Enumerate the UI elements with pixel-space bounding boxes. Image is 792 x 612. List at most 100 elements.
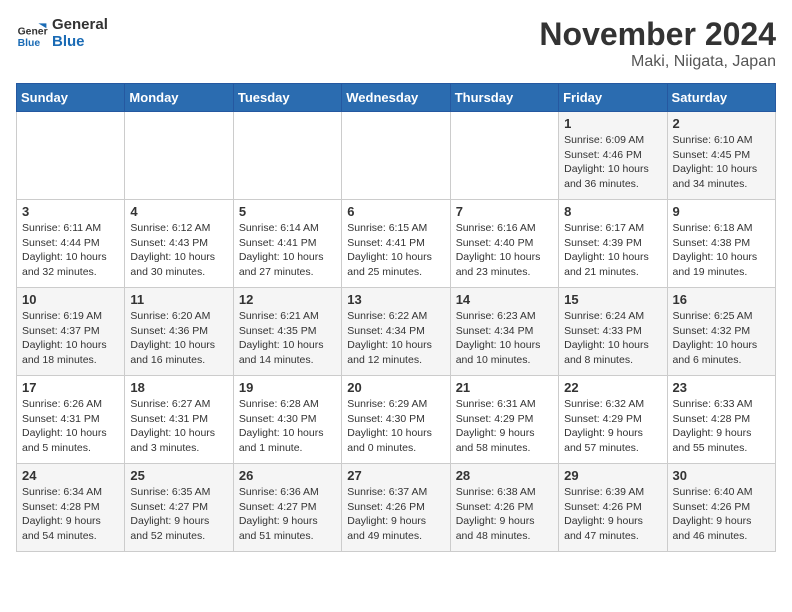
day-info: Sunrise: 6:36 AM Sunset: 4:27 PM Dayligh… [239, 485, 336, 544]
day-cell: 25 Sunrise: 6:35 AM Sunset: 4:27 PM Dayli… [125, 464, 233, 552]
day-number: 26 [239, 468, 336, 483]
day-cell: 19 Sunrise: 6:28 AM Sunset: 4:30 PM Dayli… [233, 376, 341, 464]
day-number: 16 [673, 292, 770, 307]
day-cell: 27 Sunrise: 6:37 AM Sunset: 4:26 PM Dayli… [342, 464, 450, 552]
day-info: Sunrise: 6:16 AM Sunset: 4:40 PM Dayligh… [456, 221, 553, 280]
day-number: 21 [456, 380, 553, 395]
day-cell: 22 Sunrise: 6:32 AM Sunset: 4:29 PM Dayli… [559, 376, 667, 464]
day-cell [125, 112, 233, 200]
day-number: 19 [239, 380, 336, 395]
day-info: Sunrise: 6:35 AM Sunset: 4:27 PM Dayligh… [130, 485, 227, 544]
day-cell: 11 Sunrise: 6:20 AM Sunset: 4:36 PM Dayli… [125, 288, 233, 376]
month-title: November 2024 [539, 16, 776, 53]
day-info: Sunrise: 6:37 AM Sunset: 4:26 PM Dayligh… [347, 485, 444, 544]
day-number: 23 [673, 380, 770, 395]
day-cell: 24Sunrise: 6:34 AM Sunset: 4:28 PM Dayli… [17, 464, 125, 552]
day-cell: 12Sunrise: 6:21 AM Sunset: 4:35 PM Dayli… [233, 288, 341, 376]
day-info: Sunrise: 6:25 AM Sunset: 4:32 PM Dayligh… [673, 309, 770, 368]
weekday-header-sunday: Sunday [17, 84, 125, 112]
day-cell: 29 Sunrise: 6:39 AM Sunset: 4:26 PM Dayli… [559, 464, 667, 552]
day-info: Sunrise: 6:11 AM Sunset: 4:44 PM Dayligh… [22, 221, 119, 280]
day-number: 9 [673, 204, 770, 219]
day-cell: 26 Sunrise: 6:36 AM Sunset: 4:27 PM Dayli… [233, 464, 341, 552]
day-cell: 17 Sunrise: 6:26 AM Sunset: 4:31 PM Dayli… [17, 376, 125, 464]
page-header: General Blue General Blue November 2024 … [16, 16, 776, 71]
title-block: November 2024 Maki, Niigata, Japan [539, 16, 776, 71]
calendar-table: SundayMondayTuesdayWednesdayThursdayFrid… [16, 83, 776, 552]
day-info: Sunrise: 6:19 AM Sunset: 4:37 PM Dayligh… [22, 309, 119, 368]
day-number: 7 [456, 204, 553, 219]
day-info: Sunrise: 6:26 AM Sunset: 4:31 PM Dayligh… [22, 397, 119, 456]
day-info: Sunrise: 6:10 AM Sunset: 4:45 PM Dayligh… [673, 133, 770, 192]
day-info: Sunrise: 6:21 AM Sunset: 4:35 PM Dayligh… [239, 309, 336, 368]
day-info: Sunrise: 6:14 AM Sunset: 4:41 PM Dayligh… [239, 221, 336, 280]
day-number: 30 [673, 468, 770, 483]
logo-icon: General Blue [16, 17, 48, 49]
day-info: Sunrise: 6:23 AM Sunset: 4:34 PM Dayligh… [456, 309, 553, 368]
week-row-3: 10 Sunrise: 6:19 AM Sunset: 4:37 PM Dayli… [17, 288, 776, 376]
day-number: 25 [130, 468, 227, 483]
weekday-header-saturday: Saturday [667, 84, 775, 112]
svg-text:General: General [18, 27, 48, 38]
day-number: 8 [564, 204, 661, 219]
day-number: 20 [347, 380, 444, 395]
day-cell: 28 Sunrise: 6:38 AM Sunset: 4:26 PM Dayli… [450, 464, 558, 552]
day-info: Sunrise: 6:34 AM Sunset: 4:28 PM Dayligh… [22, 485, 119, 544]
weekday-header-monday: Monday [125, 84, 233, 112]
day-number: 29 [564, 468, 661, 483]
weekday-header-thursday: Thursday [450, 84, 558, 112]
week-row-1: 1 Sunrise: 6:09 AM Sunset: 4:46 PM Daylig… [17, 112, 776, 200]
day-cell: 5 Sunrise: 6:14 AM Sunset: 4:41 PM Daylig… [233, 200, 341, 288]
day-info: Sunrise: 6:20 AM Sunset: 4:36 PM Dayligh… [130, 309, 227, 368]
day-cell: 23 Sunrise: 6:33 AM Sunset: 4:28 PM Dayli… [667, 376, 775, 464]
day-number: 2 [673, 116, 770, 131]
day-number: 13 [347, 292, 444, 307]
weekday-header-row: SundayMondayTuesdayWednesdayThursdayFrid… [17, 84, 776, 112]
day-cell: 16 Sunrise: 6:25 AM Sunset: 4:32 PM Dayli… [667, 288, 775, 376]
day-cell: 2 Sunrise: 6:10 AM Sunset: 4:45 PM Daylig… [667, 112, 775, 200]
day-cell: 3Sunrise: 6:11 AM Sunset: 4:44 PM Daylig… [17, 200, 125, 288]
day-info: Sunrise: 6:31 AM Sunset: 4:29 PM Dayligh… [456, 397, 553, 456]
week-row-5: 24Sunrise: 6:34 AM Sunset: 4:28 PM Dayli… [17, 464, 776, 552]
day-cell: 9 Sunrise: 6:18 AM Sunset: 4:38 PM Daylig… [667, 200, 775, 288]
week-row-2: 3Sunrise: 6:11 AM Sunset: 4:44 PM Daylig… [17, 200, 776, 288]
day-number: 18 [130, 380, 227, 395]
day-info: Sunrise: 6:38 AM Sunset: 4:26 PM Dayligh… [456, 485, 553, 544]
day-number: 17 [22, 380, 119, 395]
weekday-header-wednesday: Wednesday [342, 84, 450, 112]
day-number: 6 [347, 204, 444, 219]
day-info: Sunrise: 6:09 AM Sunset: 4:46 PM Dayligh… [564, 133, 661, 192]
day-number: 10 [22, 292, 119, 307]
day-cell: 20Sunrise: 6:29 AM Sunset: 4:30 PM Dayli… [342, 376, 450, 464]
day-info: Sunrise: 6:12 AM Sunset: 4:43 PM Dayligh… [130, 221, 227, 280]
day-number: 22 [564, 380, 661, 395]
day-info: Sunrise: 6:33 AM Sunset: 4:28 PM Dayligh… [673, 397, 770, 456]
day-info: Sunrise: 6:28 AM Sunset: 4:30 PM Dayligh… [239, 397, 336, 456]
location: Maki, Niigata, Japan [539, 53, 776, 71]
day-cell: 18 Sunrise: 6:27 AM Sunset: 4:31 PM Dayli… [125, 376, 233, 464]
day-number: 28 [456, 468, 553, 483]
logo: General Blue General Blue [16, 16, 108, 50]
day-cell: 8Sunrise: 6:17 AM Sunset: 4:39 PM Daylig… [559, 200, 667, 288]
day-info: Sunrise: 6:27 AM Sunset: 4:31 PM Dayligh… [130, 397, 227, 456]
day-number: 27 [347, 468, 444, 483]
day-number: 11 [130, 292, 227, 307]
day-info: Sunrise: 6:39 AM Sunset: 4:26 PM Dayligh… [564, 485, 661, 544]
day-number: 15 [564, 292, 661, 307]
day-cell [342, 112, 450, 200]
week-row-4: 17 Sunrise: 6:26 AM Sunset: 4:31 PM Dayli… [17, 376, 776, 464]
day-info: Sunrise: 6:22 AM Sunset: 4:34 PM Dayligh… [347, 309, 444, 368]
day-cell: 4Sunrise: 6:12 AM Sunset: 4:43 PM Daylig… [125, 200, 233, 288]
day-info: Sunrise: 6:18 AM Sunset: 4:38 PM Dayligh… [673, 221, 770, 280]
weekday-header-tuesday: Tuesday [233, 84, 341, 112]
day-info: Sunrise: 6:32 AM Sunset: 4:29 PM Dayligh… [564, 397, 661, 456]
day-cell: 10 Sunrise: 6:19 AM Sunset: 4:37 PM Dayli… [17, 288, 125, 376]
day-info: Sunrise: 6:15 AM Sunset: 4:41 PM Dayligh… [347, 221, 444, 280]
day-cell [17, 112, 125, 200]
day-number: 5 [239, 204, 336, 219]
day-cell: 30Sunrise: 6:40 AM Sunset: 4:26 PM Dayli… [667, 464, 775, 552]
svg-text:Blue: Blue [18, 38, 41, 49]
day-cell: 6 Sunrise: 6:15 AM Sunset: 4:41 PM Daylig… [342, 200, 450, 288]
day-cell: 1 Sunrise: 6:09 AM Sunset: 4:46 PM Daylig… [559, 112, 667, 200]
day-number: 1 [564, 116, 661, 131]
